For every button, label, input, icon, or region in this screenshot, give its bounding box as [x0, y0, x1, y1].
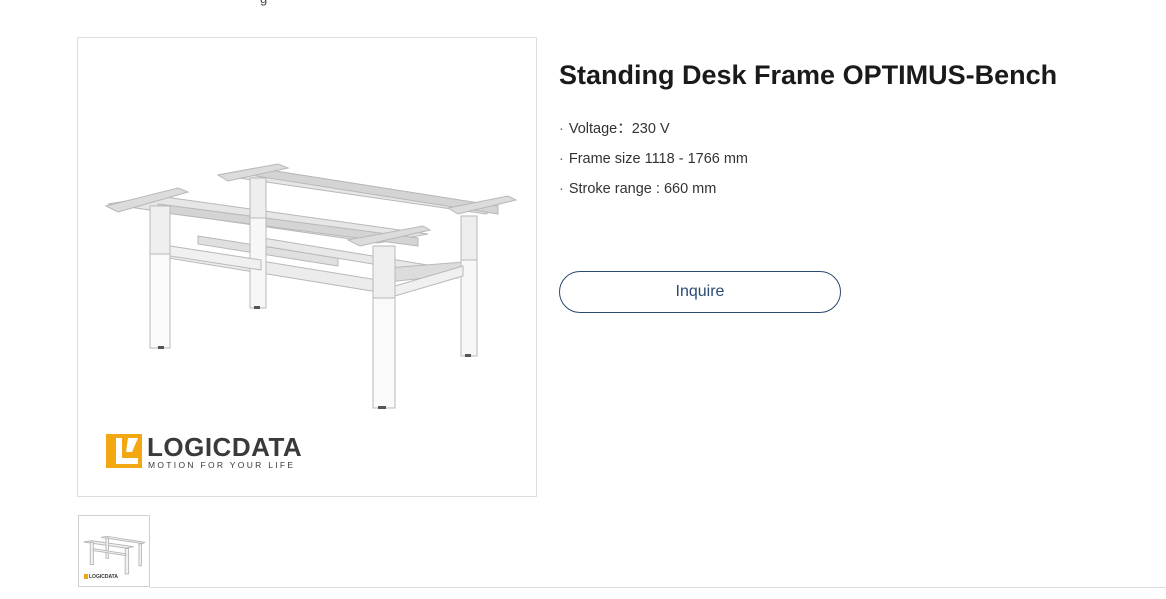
spec-item-frame-size: · Frame size 1118 - 1766 mm	[559, 149, 748, 179]
product-title: Standing Desk Frame OPTIMUS-Bench	[559, 60, 1058, 90]
thumbnail-logo: LOGICDATA	[84, 574, 118, 580]
inquire-button[interactable]: Inquire	[559, 271, 841, 313]
divider	[150, 587, 1166, 588]
spec-text: Frame size 1118 - 1766 mm	[568, 151, 749, 167]
desk-frame-illustration	[104, 163, 518, 409]
bullet: ·	[559, 151, 564, 167]
spec-item-voltage: · Voltage：230 V	[559, 119, 748, 149]
logo-mark-icon	[106, 434, 142, 468]
spec-text: Voltage：230 V	[568, 121, 670, 137]
bullet: ·	[559, 121, 564, 137]
spec-item-stroke-range: · Stroke range : 660 mm	[559, 179, 748, 209]
logo-wordmark: LOGICDATA	[147, 432, 303, 462]
spec-list: · Voltage：230 V · Frame size 1118 - 1766 m…	[559, 119, 748, 209]
product-main-image[interactable]: LOGICDATA MOTION FOR YOUR LIFE	[77, 37, 537, 497]
bullet: ·	[559, 181, 564, 197]
breadcrumb-fragment: g	[260, 0, 267, 6]
product-thumbnail[interactable]: LOGICDATA	[78, 515, 150, 587]
logo-tagline: MOTION FOR YOUR LIFE	[148, 460, 296, 470]
logicdata-logo: LOGICDATA MOTION FOR YOUR LIFE	[106, 432, 316, 474]
spec-text: Stroke range : 660 mm	[568, 181, 717, 197]
thumbnail-logo-word: LOGICDATA	[89, 574, 118, 580]
